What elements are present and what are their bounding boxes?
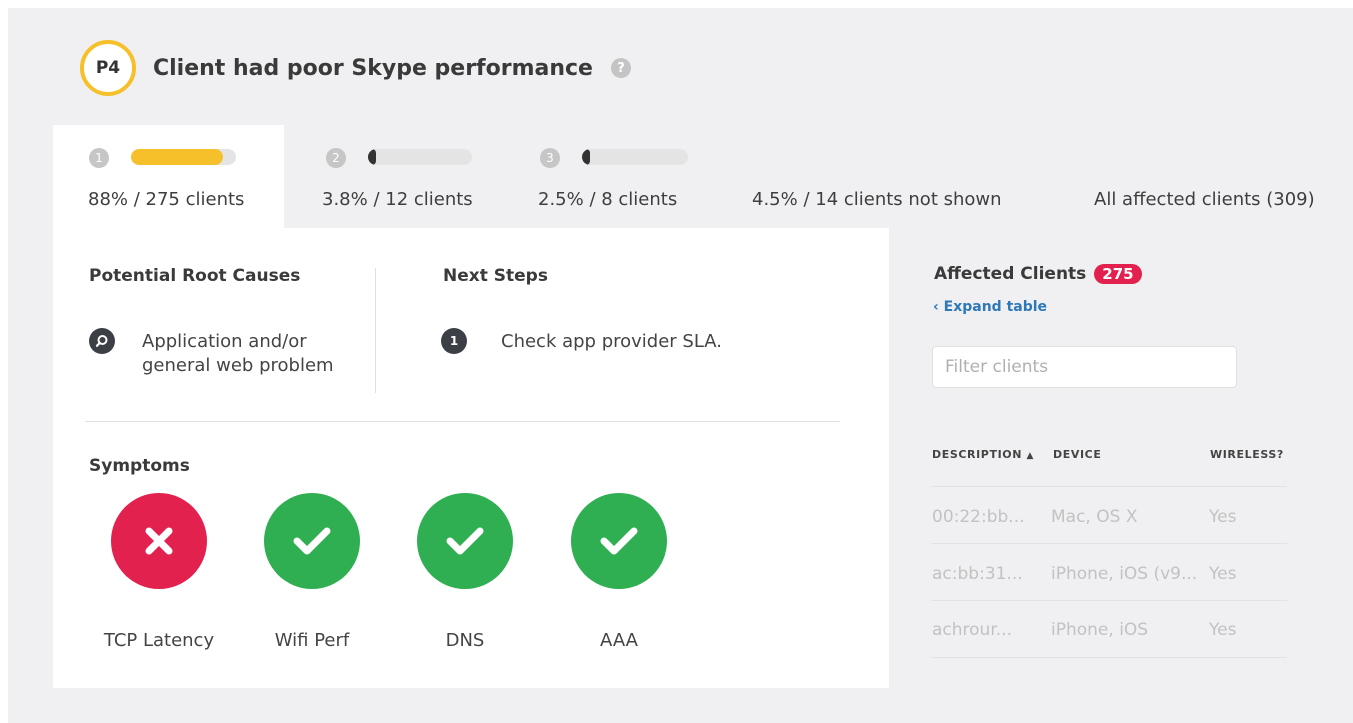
- symptom-label: DNS: [445, 630, 485, 651]
- tab-group-3[interactable]: 3 2.5% / 8 clients: [514, 125, 724, 228]
- group-progress-bar: [582, 149, 688, 165]
- symptom-label: AAA: [600, 630, 638, 651]
- group-label: 2.5% / 8 clients: [538, 189, 678, 210]
- page-title: Client had poor Skype performance: [153, 55, 593, 81]
- group-number: 2: [326, 148, 346, 168]
- next-step-item: Check app provider SLA.: [501, 331, 723, 352]
- chevron-left-icon: ‹: [933, 299, 944, 315]
- group-progress-fill: [368, 149, 376, 165]
- group-label: 3.8% / 12 clients: [322, 189, 473, 210]
- affected-clients-panel: Affected Clients 275 ‹ Expand table DESCR…: [889, 228, 1309, 688]
- row-divider: [931, 600, 1287, 601]
- column-header-description[interactable]: DESCRIPTION ▲: [932, 448, 1034, 461]
- column-header-wireless[interactable]: WIRELESS?: [1210, 448, 1284, 461]
- table-cell[interactable]: achrour...: [932, 620, 1012, 640]
- tab-group-2[interactable]: 2 3.8% / 12 clients: [284, 125, 514, 228]
- group-progress-bar: [368, 149, 472, 165]
- symptom-ok-icon[interactable]: [417, 493, 513, 589]
- row-divider: [931, 657, 1287, 658]
- symptom-label: TCP Latency: [103, 630, 215, 651]
- table-cell[interactable]: Mac, OS X: [1051, 507, 1137, 527]
- tab-group-1[interactable]: 1 88% / 275 clients: [53, 125, 284, 228]
- table-cell[interactable]: iPhone, iOS: [1051, 620, 1148, 640]
- root-cause-line: general web problem: [142, 355, 334, 376]
- row-divider: [931, 543, 1287, 544]
- group-number: 1: [89, 148, 109, 168]
- root-causes-title: Potential Root Causes: [89, 266, 301, 286]
- step-number: 1: [441, 328, 467, 354]
- expand-table-link[interactable]: ‹ Expand table: [933, 299, 1047, 315]
- table-cell[interactable]: Yes: [1209, 564, 1236, 584]
- all-affected-clients-link[interactable]: All affected clients (309): [1094, 189, 1315, 210]
- search-icon: [89, 328, 115, 354]
- count-badge: 275: [1094, 264, 1142, 284]
- symptoms-title: Symptoms: [89, 456, 190, 476]
- symptom-ok-icon[interactable]: [264, 493, 360, 589]
- group-label: 88% / 275 clients: [88, 189, 245, 210]
- group-progress-fill: [131, 149, 223, 165]
- group-progress-fill: [582, 149, 590, 165]
- expand-table-label: Expand table: [943, 299, 1048, 315]
- symptom-ok-icon[interactable]: [571, 493, 667, 589]
- incident-header: P4 Client had poor Skype performance ?: [80, 40, 631, 96]
- clients-not-shown[interactable]: 4.5% / 14 clients not shown: [752, 189, 1002, 210]
- sort-up-icon: ▲: [1026, 451, 1034, 461]
- column-header-device[interactable]: DEVICE: [1053, 448, 1101, 461]
- help-icon[interactable]: ?: [610, 58, 631, 78]
- table-cell[interactable]: Yes: [1209, 507, 1236, 527]
- table-cell[interactable]: 00:22:bb...: [932, 507, 1025, 527]
- table-cell[interactable]: ac:bb:31...: [932, 564, 1023, 584]
- group-progress-bar: [131, 149, 236, 165]
- symptom-fail-icon[interactable]: [111, 493, 207, 589]
- affected-clients-label: Affected Clients: [934, 264, 1087, 284]
- root-cause-line: Application and/or: [142, 331, 307, 352]
- affected-clients-title: Affected Clients 275: [934, 264, 1142, 284]
- column-header-label: DESCRIPTION: [932, 448, 1023, 461]
- table-cell[interactable]: Yes: [1209, 620, 1236, 640]
- symptom-label: Wifi Perf: [274, 630, 350, 651]
- table-cell[interactable]: iPhone, iOS (v9...: [1051, 564, 1197, 584]
- next-steps-title: Next Steps: [443, 266, 548, 286]
- details-panel: Potential Root Causes Application and/or…: [53, 228, 889, 688]
- divider: [85, 421, 840, 422]
- row-divider: [931, 486, 1287, 487]
- priority-badge: P4: [80, 40, 136, 96]
- filter-clients-input[interactable]: [932, 346, 1237, 388]
- root-cause-item: Application and/or general web problem: [142, 330, 334, 378]
- divider: [375, 268, 376, 393]
- group-number: 3: [540, 148, 560, 168]
